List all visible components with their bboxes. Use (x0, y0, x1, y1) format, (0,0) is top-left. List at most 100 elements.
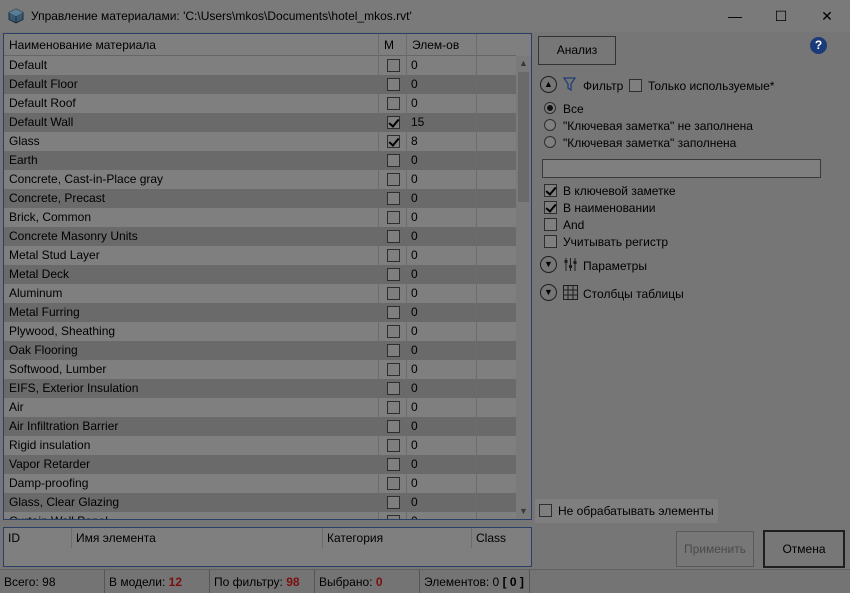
table-row[interactable]: Glass 8 (4, 132, 516, 151)
search-option-checkbox-3[interactable] (544, 218, 557, 231)
material-name-cell: Metal Deck (4, 265, 379, 284)
table-row[interactable]: Air Infiltration Barrier 0 (4, 417, 516, 436)
table-row[interactable]: Metal Stud Layer 0 (4, 246, 516, 265)
column-header-id[interactable]: ID (4, 528, 72, 548)
m-checkbox[interactable] (387, 230, 400, 243)
parameters-label[interactable]: Параметры (583, 259, 647, 273)
m-checkbox[interactable] (387, 420, 400, 433)
m-checkbox[interactable] (387, 154, 400, 167)
elements-count-cell: 0 (407, 436, 477, 455)
materials-grid-rows: Default 0 Default Floor 0 Default Roof 0 Defau… (4, 56, 516, 519)
table-columns-label[interactable]: Столбцы таблицы (583, 287, 684, 301)
minimize-button[interactable]: — (712, 0, 758, 32)
material-name-cell: Plywood, Sheathing (4, 322, 379, 341)
table-row[interactable]: Oak Flooring 0 (4, 341, 516, 360)
m-checkbox[interactable] (387, 287, 400, 300)
m-checkbox[interactable] (387, 306, 400, 319)
table-row[interactable]: Concrete Masonry Units 0 (4, 227, 516, 246)
column-header-m[interactable]: M (379, 34, 407, 56)
filter-radio-1[interactable] (544, 102, 556, 114)
table-row[interactable]: Glass, Clear Glazing 0 (4, 493, 516, 512)
parameters-expand-chevron-icon[interactable]: ▼ (540, 256, 557, 273)
table-columns-expand-chevron-icon[interactable]: ▼ (540, 284, 557, 301)
m-checkbox[interactable] (387, 477, 400, 490)
m-checkbox[interactable] (387, 135, 400, 148)
status-selected-label: Выбрано: (319, 575, 373, 589)
table-row[interactable]: Air 0 (4, 398, 516, 417)
no-process-checkbox[interactable] (539, 504, 552, 517)
m-cell (379, 151, 407, 170)
m-checkbox[interactable] (387, 173, 400, 186)
table-row[interactable]: Softwood, Lumber 0 (4, 360, 516, 379)
table-row[interactable]: Default 0 (4, 56, 516, 75)
search-option-checkbox-1[interactable] (544, 184, 557, 197)
cancel-button[interactable]: Отмена (763, 530, 845, 568)
table-row[interactable]: Default Floor 0 (4, 75, 516, 94)
table-row[interactable]: Brick, Common 0 (4, 208, 516, 227)
column-header-material-name[interactable]: Наименование материала (4, 34, 379, 56)
table-row[interactable]: Concrete, Cast-in-Place gray 0 (4, 170, 516, 189)
table-row[interactable]: Earth 0 (4, 151, 516, 170)
close-button[interactable]: ✕ (804, 0, 850, 32)
apply-button[interactable]: Применить (676, 531, 754, 567)
help-icon[interactable]: ? (810, 37, 827, 54)
elements-count-cell: 0 (407, 170, 477, 189)
search-option-checkbox-4[interactable] (544, 235, 557, 248)
table-row[interactable]: Vapor Retarder 0 (4, 455, 516, 474)
no-process-option[interactable]: Не обрабатывать элементы (535, 499, 718, 523)
m-cell (379, 189, 407, 208)
m-checkbox[interactable] (387, 401, 400, 414)
search-option-checkbox-2[interactable] (544, 201, 557, 214)
table-row[interactable]: Curtain Wall Panel 0 (4, 512, 516, 519)
table-row[interactable]: Default Roof 0 (4, 94, 516, 113)
table-row[interactable]: Default Wall 15 (4, 113, 516, 132)
material-name-cell: Aluminum (4, 284, 379, 303)
scroll-up-arrow-icon[interactable]: ▲ (516, 56, 531, 71)
m-checkbox[interactable] (387, 344, 400, 357)
m-checkbox[interactable] (387, 211, 400, 224)
table-row[interactable]: Metal Furring 0 (4, 303, 516, 322)
table-row[interactable]: Concrete, Precast 0 (4, 189, 516, 208)
m-checkbox[interactable] (387, 59, 400, 72)
column-header-elements-count[interactable]: Элем-ов (407, 34, 477, 56)
m-checkbox[interactable] (387, 192, 400, 205)
table-row[interactable]: Aluminum 0 (4, 284, 516, 303)
m-checkbox[interactable] (387, 268, 400, 281)
m-checkbox[interactable] (387, 515, 400, 519)
table-row[interactable]: Metal Deck 0 (4, 265, 516, 284)
m-checkbox[interactable] (387, 97, 400, 110)
filter-collapse-chevron-icon[interactable]: ▲ (540, 76, 557, 93)
m-checkbox[interactable] (387, 439, 400, 452)
m-checkbox[interactable] (387, 78, 400, 91)
column-header-element-name[interactable]: Имя элемента (72, 528, 323, 548)
material-name-cell: Concrete, Precast (4, 189, 379, 208)
analyze-button[interactable]: Анализ (538, 36, 616, 65)
table-row[interactable]: Plywood, Sheathing 0 (4, 322, 516, 341)
m-checkbox[interactable] (387, 458, 400, 471)
filter-radio-3[interactable] (544, 136, 556, 148)
maximize-button[interactable]: ☐ (758, 0, 804, 32)
scroll-down-arrow-icon[interactable]: ▼ (516, 504, 531, 519)
scrollbar-thumb[interactable] (518, 72, 529, 202)
material-name-cell: Rigid insulation (4, 436, 379, 455)
m-checkbox[interactable] (387, 496, 400, 509)
table-row[interactable]: Damp-proofing 0 (4, 474, 516, 493)
material-name-cell: Default Floor (4, 75, 379, 94)
m-cell (379, 417, 407, 436)
elements-count-cell: 0 (407, 189, 477, 208)
m-cell (379, 341, 407, 360)
column-header-category[interactable]: Категория (323, 528, 472, 548)
filter-radio-2[interactable] (544, 119, 556, 131)
table-row[interactable]: Rigid insulation 0 (4, 436, 516, 455)
m-checkbox[interactable] (387, 249, 400, 262)
filter-search-input[interactable] (542, 159, 821, 178)
table-row[interactable]: EIFS, Exterior Insulation 0 (4, 379, 516, 398)
m-checkbox[interactable] (387, 363, 400, 376)
materials-grid-scrollbar[interactable]: ▲ ▼ (516, 56, 531, 519)
column-header-class[interactable]: Class (472, 528, 531, 548)
m-checkbox[interactable] (387, 382, 400, 395)
only-used-checkbox[interactable] (629, 79, 642, 92)
m-cell (379, 75, 407, 94)
m-checkbox[interactable] (387, 116, 400, 129)
m-checkbox[interactable] (387, 325, 400, 338)
